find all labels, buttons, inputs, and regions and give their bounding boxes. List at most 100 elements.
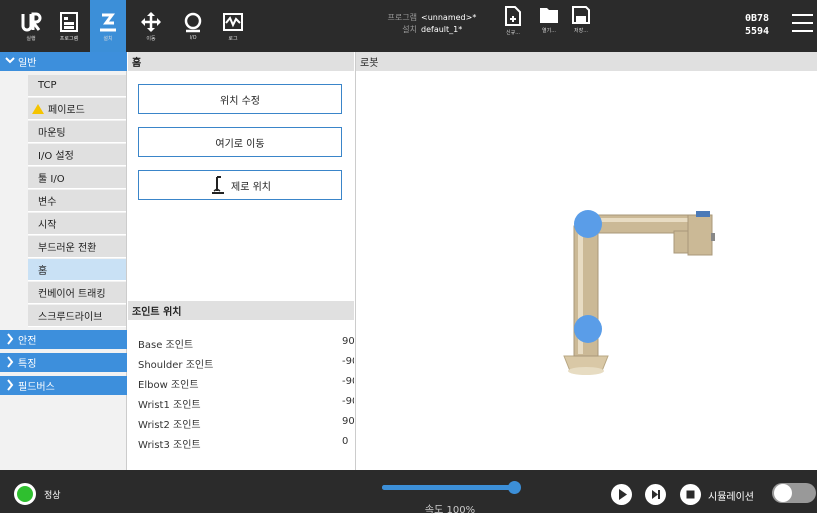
- joint-value: -90: [342, 356, 354, 367]
- new-file-button[interactable]: 신규...: [498, 6, 528, 46]
- step-icon: [652, 490, 660, 499]
- nav-move[interactable]: 이동: [134, 0, 168, 52]
- sidebar-category-label: 필드버스: [18, 382, 55, 393]
- sidebar-item-home[interactable]: 홈: [28, 259, 126, 281]
- joint-row-wrist3: Wrist3 조인트 0: [138, 434, 354, 454]
- program-key: 프로그램: [387, 13, 417, 22]
- nav-move-label: 이동: [146, 35, 156, 42]
- serial-top: 0B78: [745, 13, 770, 24]
- sidebar-item-label: I/O 설정: [38, 151, 74, 162]
- save-label: 저장...: [574, 28, 588, 34]
- sidebar-item-smooth-transition[interactable]: 부드러운 전환: [28, 236, 126, 258]
- log-icon: [223, 12, 243, 31]
- sidebar-category-features[interactable]: 특징: [0, 353, 127, 372]
- robot-3d-view[interactable]: [356, 71, 817, 470]
- joint-name: Base 조인트: [138, 340, 194, 351]
- nav-program-label: 프로그램: [59, 35, 79, 42]
- sidebar-item-conveyor-tracking[interactable]: 컨베이어 트래킹: [28, 282, 126, 304]
- serial-display: 0B78 5594: [745, 12, 770, 38]
- sidebar-item-label: 페이로드: [48, 105, 85, 116]
- sidebar-item-tool-io[interactable]: 툴 I/O: [28, 167, 126, 189]
- edit-position-label: 위치 수정: [220, 95, 260, 107]
- sidebar-category-general[interactable]: 일반: [0, 52, 127, 71]
- sidebar-category-label: 특징: [18, 359, 37, 370]
- sidebar-item-label: 부드러운 전환: [38, 243, 97, 254]
- sidebar-item-payload[interactable]: 페이로드: [28, 98, 126, 120]
- robot-panel: 로봇: [355, 52, 817, 470]
- sidebar-item-label: 스크루드라이브: [38, 312, 103, 323]
- speed-slider[interactable]: [382, 485, 516, 490]
- status-indicator-icon[interactable]: [14, 483, 36, 505]
- setup-icon: [100, 13, 116, 31]
- installation-key: 설치: [402, 25, 417, 34]
- joint-value: 90: [342, 416, 354, 427]
- sidebar-item-screwdriving[interactable]: 스크루드라이브: [28, 305, 126, 327]
- nav-program[interactable]: 프로그램: [52, 0, 86, 52]
- open-label: 열기...: [542, 28, 556, 34]
- joint-name: Wrist2 조인트: [138, 420, 201, 431]
- nav-run[interactable]: 실행: [14, 0, 48, 52]
- joint-row-elbow: Elbow 조인트 -90: [138, 374, 354, 394]
- joint-value: 0: [342, 436, 349, 447]
- sidebar-item-label: 시작: [38, 220, 57, 231]
- joint-name: Elbow 조인트: [138, 380, 199, 391]
- play-icon: [619, 489, 627, 500]
- play-button[interactable]: [611, 484, 632, 505]
- nav-io-label: I/O: [189, 35, 197, 41]
- move-icon: [141, 11, 161, 32]
- sidebar-item-label: TCP: [38, 80, 57, 91]
- move-here-button[interactable]: 여기로 이동: [138, 127, 342, 157]
- status-text: 정상: [44, 491, 61, 501]
- sidebar-category-fieldbus[interactable]: 필드버스: [0, 376, 127, 395]
- joint-value: 90: [342, 336, 354, 347]
- hamburger-menu-icon[interactable]: [792, 14, 813, 36]
- sidebar-category-safety[interactable]: 안전: [0, 330, 127, 349]
- joint-row-wrist2: Wrist2 조인트 90: [138, 414, 354, 434]
- zero-position-label: 제로 위치: [231, 181, 271, 193]
- sidebar-item-startup[interactable]: 시작: [28, 213, 126, 235]
- nav-run-label: 실행: [26, 35, 36, 42]
- joint-positions-title: 조인트 위치: [128, 301, 354, 320]
- sidebar-item-mounting[interactable]: 마운팅: [28, 121, 126, 143]
- bottom-footer-bar: 정상 속도 100% 시뮬레이션: [0, 470, 817, 516]
- speed-label: 속도 100%: [424, 505, 476, 516]
- sidebar-item-label: 마운팅: [38, 128, 66, 139]
- simulation-label: 시뮬레이션: [708, 492, 754, 503]
- sidebar-category-label: 안전: [18, 336, 37, 347]
- open-folder-icon: [540, 8, 558, 23]
- open-button[interactable]: 열기...: [534, 6, 564, 46]
- sidebar-item-io-setup[interactable]: I/O 설정: [28, 144, 126, 166]
- speed-slider-handle[interactable]: [508, 481, 521, 494]
- step-button[interactable]: [645, 484, 666, 505]
- new-file-label: 신규...: [506, 30, 520, 36]
- home-panel: 홈 위치 수정 여기로 이동 제로 위치 조인트 위치 Base 조인트 90 S…: [128, 52, 354, 470]
- joint-row-shoulder: Shoulder 조인트 -90: [138, 354, 354, 374]
- top-header-bar: 실행 프로그램 설치 이동 I/O 로그 프로그램 <unnamed>* 설치 …: [0, 0, 817, 52]
- edit-position-button[interactable]: 위치 수정: [138, 84, 342, 114]
- sidebar-item-label: 툴 I/O: [38, 174, 65, 185]
- stop-button[interactable]: [680, 484, 701, 505]
- save-button[interactable]: 저장...: [566, 6, 596, 46]
- ur-logo-icon: [21, 12, 42, 31]
- simulation-toggle[interactable]: [772, 483, 816, 503]
- sidebar-item-variables[interactable]: 변수: [28, 190, 126, 212]
- home-panel-title: 홈: [128, 52, 354, 71]
- new-file-icon: [505, 6, 521, 26]
- joint-value: -90: [342, 376, 354, 387]
- sidebar-item-label: 변수: [38, 197, 57, 208]
- robot-panel-title: 로봇: [356, 52, 817, 71]
- joint-value: -90: [342, 396, 354, 407]
- io-icon: [184, 12, 202, 33]
- sidebar: 일반 TCP 페이로드 마운팅 I/O 설정 툴 I/O 변수 시작 부드러운 …: [0, 52, 127, 470]
- sidebar-item-tcp[interactable]: TCP: [28, 75, 126, 97]
- zero-position-button[interactable]: 제로 위치: [138, 170, 342, 200]
- chevron-right-icon: [7, 333, 14, 345]
- serial-bottom: 5594: [745, 26, 770, 37]
- chevron-right-icon: [7, 356, 14, 368]
- warning-icon: [32, 103, 44, 114]
- chevron-right-icon: [7, 379, 14, 391]
- nav-io[interactable]: I/O: [176, 0, 210, 52]
- nav-log[interactable]: 로그: [216, 0, 250, 52]
- nav-setup[interactable]: 설치: [90, 0, 126, 52]
- chevron-down-icon: [5, 57, 15, 64]
